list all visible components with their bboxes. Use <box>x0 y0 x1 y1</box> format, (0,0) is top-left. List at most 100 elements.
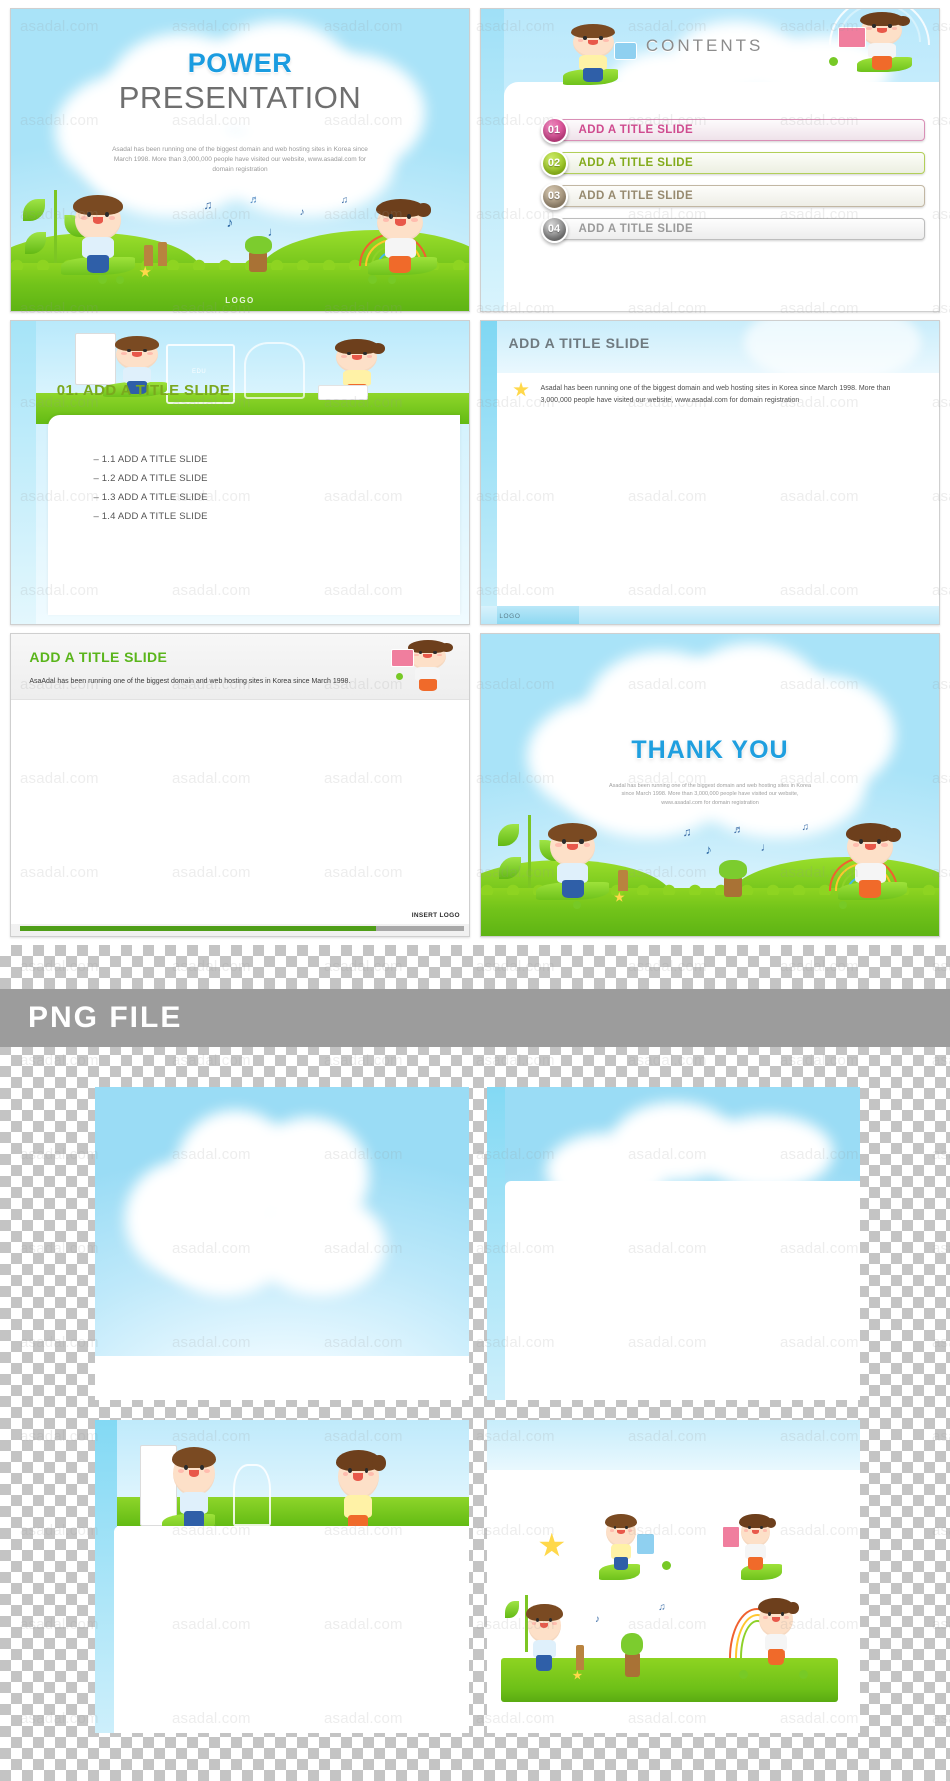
character-girl <box>739 1514 776 1571</box>
music-note-icon: ♫ <box>203 197 213 212</box>
character-girl <box>375 198 432 273</box>
slide-thumb-content-grey[interactable]: ADD A TITLE SLIDE AsaAdal has been runni… <box>10 632 470 937</box>
character-boy <box>73 195 123 274</box>
frog-icon <box>244 235 273 254</box>
png-thumb-character-set[interactable]: ♪ ♫ <box>486 1420 860 1733</box>
whiteboard-icon <box>75 333 117 385</box>
slide-thumb-section[interactable]: EDU 01. ADD A TITLE SLIDE – 1.1 ADD A TI… <box>10 320 470 625</box>
music-note-icon: ♬ <box>732 824 744 837</box>
contents-heading: CONTENTS <box>645 36 764 56</box>
logo-placeholder: LOGO <box>225 296 255 306</box>
list-item[interactable]: 04 ADD A TITLE SLIDE <box>540 215 926 243</box>
slide-thumb-contents[interactable]: CONTENTS 01 ADD A TITLE SLIDE 02 ADD A T… <box>480 8 940 313</box>
footer-bar <box>20 926 465 932</box>
toc-badge-01: 01 <box>540 116 568 144</box>
png-thumb-cloud-bg[interactable] <box>95 1087 469 1400</box>
fence-post <box>618 869 628 891</box>
pea-icon <box>395 672 403 680</box>
section-heading: 01. ADD A TITLE SLIDE <box>56 381 231 399</box>
content-card <box>11 700 469 924</box>
pea-icon <box>662 1560 672 1570</box>
tree-stump <box>249 250 268 273</box>
fence-post <box>576 1645 584 1671</box>
png-thumb-kids-board[interactable] <box>95 1420 469 1733</box>
slide-preview-grid: POWER PRESENTATION Asadal has been runni… <box>0 0 950 945</box>
toc-label-01: ADD A TITLE SLIDE <box>559 119 926 142</box>
list-item: – 1.4 ADD A TITLE SLIDE <box>93 511 208 523</box>
music-note-icon: ♪ <box>705 842 712 858</box>
left-accent-bar <box>481 321 497 624</box>
slide-title: ADD A TITLE SLIDE <box>508 334 650 351</box>
music-note-icon: ♫ <box>658 1601 666 1613</box>
content-panel <box>505 1180 860 1400</box>
board-letters: EDU <box>192 368 207 375</box>
card-icon <box>635 1532 655 1555</box>
character-girl <box>408 640 453 691</box>
list-item[interactable]: 02 ADD A TITLE SLIDE <box>540 149 926 177</box>
bottom-fade <box>95 1356 469 1400</box>
character-boy <box>526 1604 563 1671</box>
footer-bar-grey <box>375 926 465 932</box>
title-block: POWER PRESENTATION <box>11 48 469 116</box>
slide-title: ADD A TITLE SLIDE <box>29 648 168 665</box>
png-thumbnail-grid: ♪ ♫ <box>0 1073 950 1747</box>
tree-stump <box>624 1651 640 1677</box>
png-thumb-cloud-panel[interactable] <box>486 1087 860 1400</box>
slide-thumb-thankyou[interactable]: THANK YOU Asadal has been running one of… <box>480 632 940 937</box>
title-line-1: POWER <box>187 48 293 79</box>
music-note-icon: ♬ <box>249 193 261 206</box>
slide-thumb-title[interactable]: POWER PRESENTATION Asadal has been runni… <box>10 8 470 313</box>
character-boy <box>570 24 616 82</box>
music-note-icon: ♪ <box>226 213 234 230</box>
character-girl <box>845 823 902 898</box>
logo-placeholder: LOGO <box>499 613 521 621</box>
list-item: – 1.1 ADD A TITLE SLIDE <box>93 454 208 466</box>
fence-post <box>143 244 153 266</box>
list-item[interactable]: 03 ADD A TITLE SLIDE <box>540 182 926 210</box>
character-girl <box>336 1449 387 1535</box>
header-band <box>486 1420 860 1471</box>
card-icon <box>613 42 637 61</box>
toc-badge-03: 03 <box>540 182 568 210</box>
card-icon <box>391 648 415 667</box>
cloud-shape <box>124 1106 409 1300</box>
book-icon <box>317 384 369 400</box>
png-file-section: PNG FILE ♪ ♫ <box>0 945 950 1781</box>
music-note-icon: ♩ <box>760 840 773 855</box>
pea-icon <box>387 276 396 285</box>
tree-stump <box>723 875 743 897</box>
character-girl <box>859 11 910 70</box>
toc-label-03: ADD A TITLE SLIDE <box>559 185 926 208</box>
music-note-icon: ♩ <box>267 223 281 239</box>
content-card <box>496 372 939 606</box>
header-band <box>11 633 469 701</box>
music-note-icon: ♫ <box>340 194 349 206</box>
png-file-title: PNG FILE <box>28 1001 183 1034</box>
frog-icon <box>620 1632 644 1655</box>
letter-a-icon <box>243 341 305 400</box>
left-accent-bar <box>11 321 37 624</box>
character-boy <box>547 823 598 898</box>
character-boy <box>604 1514 638 1571</box>
png-file-banner: PNG FILE <box>0 989 950 1047</box>
body-text: Asadal has been running one of the bigge… <box>540 385 891 404</box>
contents-list: 01 ADD A TITLE SLIDE 02 ADD A TITLE SLID… <box>540 116 926 250</box>
title-description: Asadal has been running one of the bigge… <box>112 146 368 174</box>
content-panel <box>113 1526 469 1733</box>
list-item[interactable]: 01 ADD A TITLE SLIDE <box>540 116 926 144</box>
pea-icon <box>572 900 581 909</box>
slide-thumb-content-blue[interactable]: ADD A TITLE SLIDE Asadal has been runnin… <box>480 320 940 625</box>
card-icon <box>838 27 866 49</box>
insert-logo-placeholder: INSERT LOGO <box>411 912 460 920</box>
frog-icon <box>719 860 747 879</box>
section-bullet-list: – 1.1 ADD A TITLE SLIDE – 1.2 ADD A TITL… <box>93 454 207 530</box>
left-accent-bar <box>481 9 504 312</box>
sprout-icon <box>497 815 561 888</box>
toc-label-02: ADD A TITLE SLIDE <box>559 152 926 175</box>
character-boy <box>171 1446 217 1531</box>
list-item: – 1.2 ADD A TITLE SLIDE <box>93 473 208 485</box>
body-text: AsaAdal has been running one of the bigg… <box>29 677 351 685</box>
thankyou-description: Asadal has been running one of the bigge… <box>608 782 812 806</box>
music-note-icon: ♪ <box>299 206 305 218</box>
thankyou-title: THANK YOU <box>631 736 789 765</box>
